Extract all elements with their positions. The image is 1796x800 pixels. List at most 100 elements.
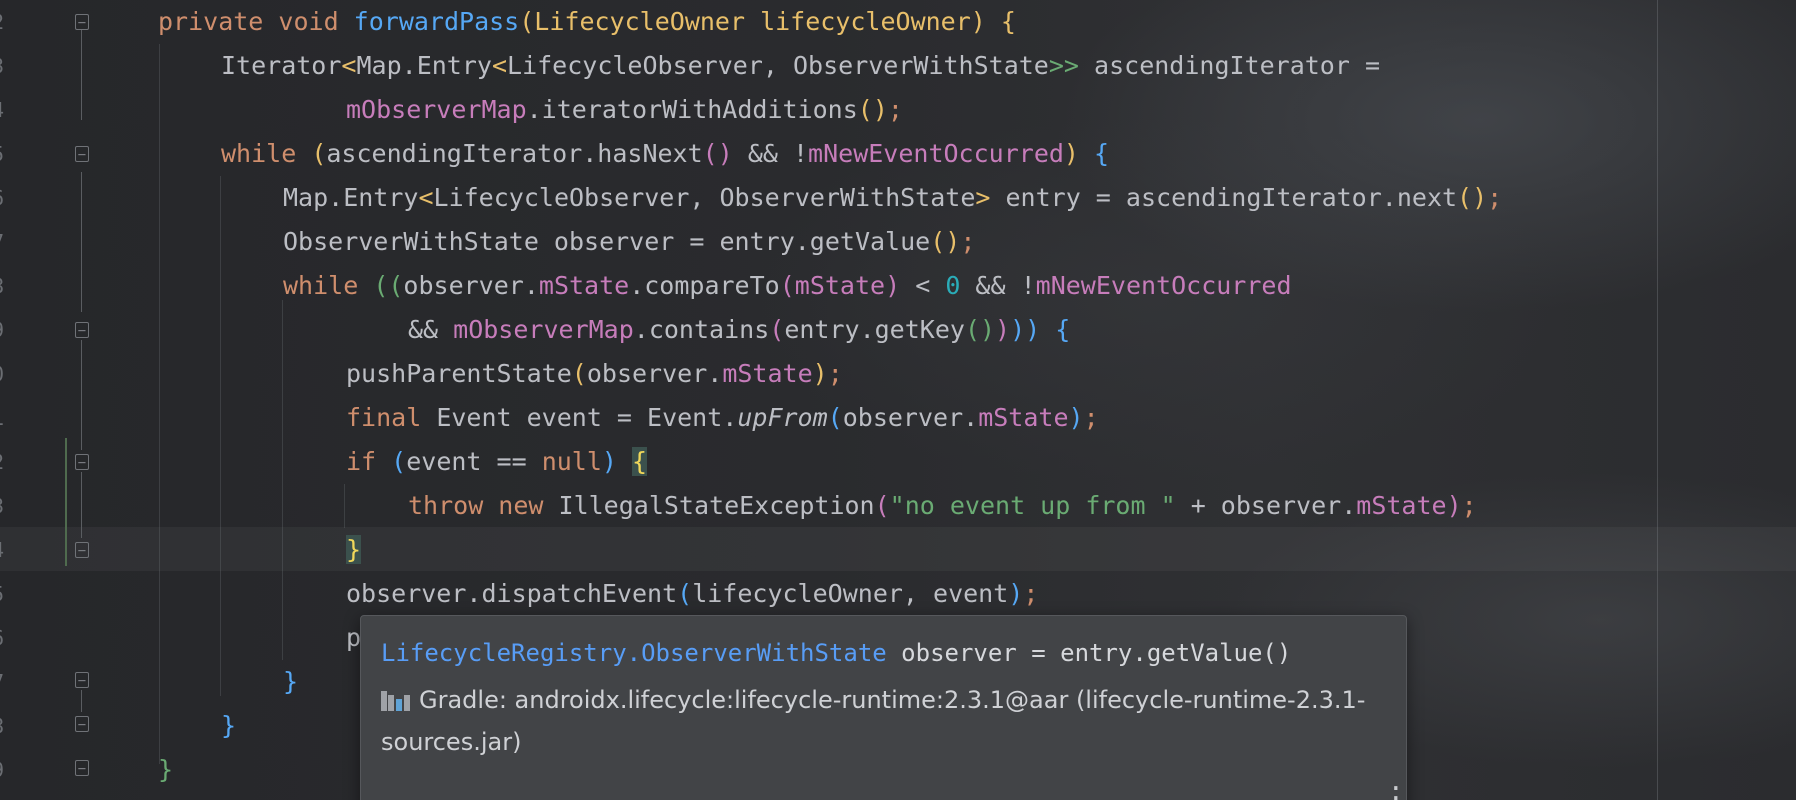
code-line[interactable]: mObserverMap.iteratorWithAdditions(); (346, 88, 903, 132)
code-token: ascendingIterator.hasNext (326, 139, 703, 168)
code-token: ascendingIterator = (1078, 51, 1381, 80)
paren-token: ) (885, 271, 901, 300)
bracket-token: < (341, 51, 357, 80)
brace-token: { (1040, 315, 1071, 344)
keyword-token: while (283, 271, 374, 300)
fold-minus-icon[interactable]: − (75, 542, 89, 559)
code-line[interactable]: while (ascendingIterator.hasNext() && !m… (221, 132, 1109, 176)
code-token: entry.getKey (784, 315, 965, 344)
field-token: mState (978, 403, 1069, 432)
code-line[interactable]: } (283, 660, 298, 704)
code-line[interactable]: observer.dispatchEvent(lifecycleOwner, e… (346, 572, 1038, 616)
code-line[interactable]: throw new IllegalStateException("no even… (408, 484, 1477, 528)
paren-token: )) (1010, 315, 1041, 344)
paren-token: () (930, 227, 961, 256)
semicolon-token: ; (1023, 579, 1039, 608)
line-number: 9 (0, 748, 6, 792)
code-token: lifecycleOwner, event (692, 579, 1009, 608)
fold-connector (81, 472, 82, 538)
code-token: < (900, 271, 946, 300)
semicolon-token: ; (1487, 183, 1503, 212)
line-number: 1 (0, 396, 6, 440)
indent-guide (344, 484, 345, 528)
code-token: Iterator (221, 51, 342, 80)
code-token: .contains (633, 315, 770, 344)
line-number: 0 (0, 352, 6, 396)
paren-token: () (964, 315, 996, 344)
semicolon-token: ; (1083, 403, 1099, 432)
paren-token: ) (995, 315, 1011, 344)
brace-token: { (1000, 7, 1016, 36)
source-library-text: Gradle: androidx.lifecycle:lifecycle-run… (381, 686, 1366, 756)
code-line[interactable]: } (346, 528, 362, 572)
code-token: p (346, 623, 362, 652)
brace-token: } (283, 667, 299, 696)
popup-source-info: Gradle: androidx.lifecycle:lifecycle-run… (381, 679, 1381, 763)
fold-connector (81, 340, 82, 450)
fold-minus-icon[interactable]: − (75, 146, 89, 163)
line-number: 9 (0, 308, 6, 352)
field-token: mState (1356, 491, 1447, 520)
code-token: (LifecycleOwner lifecycleOwner) (519, 7, 1001, 36)
line-number: 4 (0, 88, 6, 132)
code-line[interactable]: ObserverWithState observer = entry.getVa… (283, 220, 975, 264)
code-editor[interactable]: 2 3 4 5 6 7 8 9 0 1 2 3 4 5 6 7 8 9 − − … (0, 0, 1796, 800)
field-token: mState (538, 271, 630, 300)
paren-token: ) (1446, 491, 1462, 520)
brace-token: } (158, 755, 174, 784)
fold-minus-icon[interactable]: − (75, 322, 89, 339)
bracket-token: > (975, 183, 991, 212)
indent-guide (282, 300, 283, 660)
code-token: + observer. (1175, 491, 1357, 520)
line-number: 4 (0, 528, 6, 572)
paren-token: ( (874, 491, 890, 520)
keyword-token: if (346, 447, 392, 476)
code-line[interactable]: p (346, 616, 361, 660)
indent-guide (159, 44, 160, 764)
paren-token: ) (1063, 139, 1095, 168)
code-token: Map.Entry (283, 183, 419, 212)
line-number: 3 (0, 44, 6, 88)
static-method-token: upFrom (737, 403, 828, 432)
code-token: .compareTo (629, 271, 780, 300)
class-reference-link[interactable]: LifecycleRegistry.ObserverWithState (381, 639, 887, 667)
fold-minus-icon[interactable]: − (75, 454, 89, 471)
matched-brace-token: } (346, 535, 362, 564)
paren-token: ) (812, 359, 828, 388)
code-token: observer.dispatchEvent (346, 579, 678, 608)
fold-minus-icon[interactable]: − (75, 14, 89, 31)
code-line[interactable]: pushParentState(observer.mState); (346, 352, 843, 396)
code-line[interactable]: && mObserverMap.contains(entry.getKey())… (408, 308, 1070, 352)
fold-minus-icon[interactable]: − (75, 716, 89, 733)
code-line[interactable]: Iterator<Map.Entry<LifecycleObserver, Ob… (221, 44, 1380, 88)
quick-documentation-popup[interactable]: LifecycleRegistry.ObserverWithState obse… (360, 615, 1407, 800)
field-token: mState (722, 359, 813, 388)
number-token: 0 (945, 271, 961, 300)
matched-brace-token: { (632, 447, 648, 476)
semicolon-token: ; (1461, 491, 1477, 520)
fold-connector (81, 690, 82, 712)
code-line[interactable]: } (221, 704, 236, 748)
code-line[interactable]: private void forwardPass(LifecycleOwner … (158, 0, 1016, 44)
line-number: 7 (0, 220, 6, 264)
code-line[interactable]: if (event == null) { (346, 440, 648, 484)
keyword-token: throw new (408, 491, 559, 520)
fold-minus-icon[interactable]: − (75, 672, 89, 689)
field-token: mNewEventOccurred (808, 139, 1064, 168)
paren-token: () (857, 95, 888, 124)
paren-token: () (1457, 183, 1488, 212)
field-token: mObserverMap (453, 315, 634, 344)
fold-minus-icon[interactable]: − (75, 760, 89, 777)
code-line[interactable]: Map.Entry<LifecycleObserver, ObserverWit… (283, 176, 1502, 220)
paren-token: ) (1008, 579, 1024, 608)
fold-connector (81, 172, 82, 312)
vcs-change-marker[interactable] (65, 438, 67, 566)
code-line[interactable]: while ((observer.mState.compareTo(mState… (283, 264, 1292, 308)
code-line[interactable]: final Event event = Event.upFrom(observe… (346, 396, 1099, 440)
more-vertical-icon[interactable]: ··· (1388, 776, 1404, 800)
code-token: entry = ascendingIterator.next (990, 183, 1458, 212)
brace-token: { (1094, 139, 1110, 168)
editor-gutter[interactable]: 2 3 4 5 6 7 8 9 0 1 2 3 4 5 6 7 8 9 − − … (0, 0, 130, 800)
code-token: LifecycleObserver, ObserverWithState (507, 51, 1049, 80)
code-line[interactable]: } (158, 748, 173, 792)
